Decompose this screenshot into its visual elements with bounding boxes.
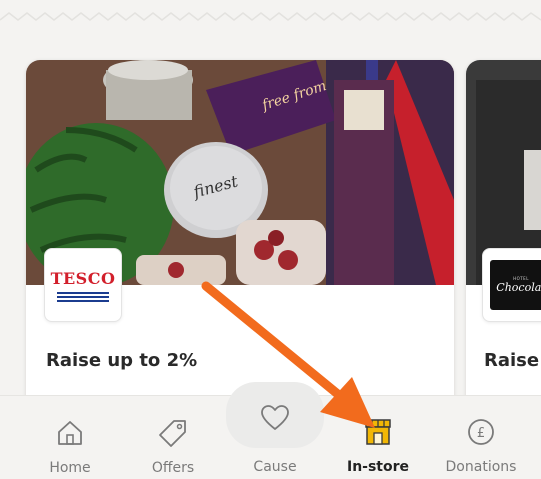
bottom-navigation-overlay: Cause In-store £ Donations	[0, 395, 541, 479]
brand-name: Chocolat	[496, 281, 541, 294]
zigzag-divider	[0, 12, 541, 21]
brand-logo-hotel-chocolat: HOTEL Chocolat	[482, 248, 541, 322]
nav-item-in-store[interactable]: In-store	[338, 395, 418, 479]
offers-carousel[interactable]: free from finest TESCO Raise up to 2% HO…	[10, 40, 541, 420]
offer-title: Raise	[484, 350, 540, 371]
heart-icon	[258, 401, 292, 435]
hotel-chocolat-logo-icon: HOTEL Chocolat	[490, 260, 541, 310]
svg-text:£: £	[477, 426, 485, 441]
nav-item-cause[interactable]: Cause	[240, 395, 310, 479]
offer-card-hotel-chocolat[interactable]: HOTEL Chocolat Raise	[466, 60, 541, 420]
brand-name: TESCO	[50, 268, 116, 288]
storefront-icon	[361, 415, 395, 449]
nav-label: Donations	[445, 459, 517, 475]
nav-label: Cause	[253, 459, 297, 475]
brand-logo-tesco: TESCO	[44, 248, 122, 322]
nav-label: In-store	[346, 459, 410, 475]
offer-title: Raise up to 2%	[46, 350, 198, 371]
offer-card-tesco[interactable]: free from finest TESCO Raise up to 2%	[26, 60, 454, 420]
pound-coin-icon: £	[464, 415, 498, 449]
nav-item-donations[interactable]: £ Donations	[436, 395, 526, 479]
tesco-logo-icon: TESCO	[51, 269, 116, 302]
app-screen: free from finest TESCO Raise up to 2% HO…	[0, 0, 541, 479]
